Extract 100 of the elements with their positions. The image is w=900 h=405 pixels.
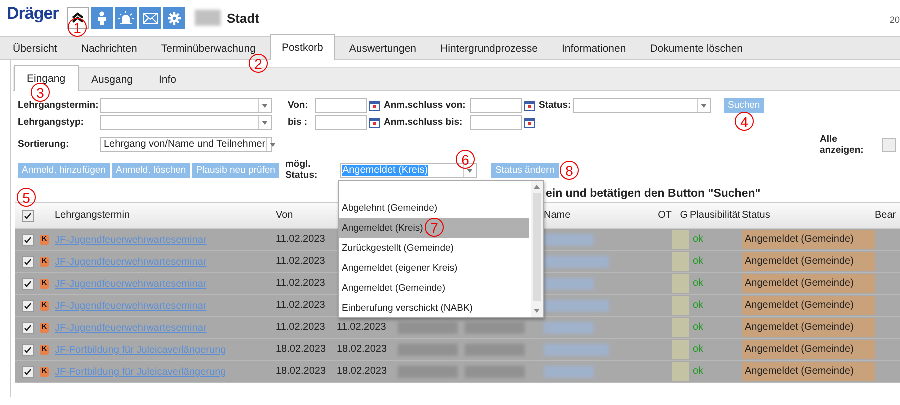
field-label: Alle anzeigen: (820, 134, 865, 156)
blurred-block (465, 366, 525, 378)
tab[interactable]: Ausgang (78, 68, 146, 90)
caret-icon[interactable] (266, 138, 279, 151)
callout-number: 5 (17, 188, 36, 207)
checkbox[interactable] (22, 210, 34, 222)
callout-number: 3 (31, 83, 50, 102)
blurred-block (398, 344, 458, 356)
checkbox[interactable] (22, 366, 34, 378)
field-label: Von: (288, 100, 310, 111)
table-cell (672, 362, 689, 381)
plausibility-text: ok (692, 366, 705, 377)
table-cell-text: 11.02.2023 (276, 300, 326, 311)
blurred-block (465, 322, 525, 334)
field-label: mögl. Status: (285, 159, 319, 181)
column-header: Status (742, 210, 770, 221)
tab[interactable]: Übersicht (3, 37, 68, 59)
plausibility-text: ok (692, 344, 705, 355)
instruction-text: ein und betätigen den Button "Suchen" (546, 188, 761, 200)
list-item[interactable]: Zurückgestellt (Gemeinde) (339, 238, 529, 258)
plausibility-text: ok (692, 234, 705, 245)
field-label: Sortierung: (18, 139, 70, 150)
field-label: Anm.schluss von: (384, 100, 467, 111)
table-cell-text: 11.02.2023 (337, 322, 388, 333)
blurred-block (398, 366, 458, 378)
checkbox[interactable] (22, 300, 34, 312)
plausibility-text: ok (692, 278, 705, 289)
calendar-icon[interactable] (524, 117, 535, 128)
column-header: Name (544, 210, 571, 221)
checkbox[interactable] (22, 234, 34, 246)
field-label: Status: (539, 100, 572, 111)
status-cell: Angemeldet (Gemeinde) (742, 230, 875, 249)
caret-icon[interactable] (258, 116, 271, 129)
column-header: Von (276, 210, 294, 221)
date-field[interactable] (470, 98, 522, 113)
blurred-block (544, 300, 609, 312)
list-item[interactable]: Abgelehnt (Gemeinde) (339, 198, 529, 218)
date-field[interactable] (315, 98, 367, 113)
blurred-block (544, 234, 594, 246)
status-cell: Angemeldet (Gemeinde) (742, 274, 875, 293)
person-icon (96, 11, 108, 25)
date-field[interactable] (315, 115, 367, 130)
table-cell-text: 11.02.2023 (276, 234, 326, 245)
dropdown-field[interactable] (100, 98, 272, 113)
tab[interactable]: Nachrichten (71, 37, 148, 59)
status-cell: Angemeldet (Gemeinde) (742, 296, 875, 315)
tab[interactable]: Auswertungen (339, 37, 427, 59)
table-cell (672, 318, 689, 337)
settings-icon (168, 12, 180, 24)
status-cell: Angemeldet (Gemeinde) (742, 252, 875, 271)
tab[interactable]: Info (146, 68, 190, 90)
checkbox[interactable] (882, 138, 896, 152)
table-cell (672, 296, 689, 315)
date-field[interactable] (470, 115, 522, 130)
list-item[interactable]: Einberufung verschickt (NABK) (339, 298, 529, 318)
table-cell-text: 18.02.2023 (276, 344, 328, 355)
plausibility-text: ok (692, 322, 705, 333)
table-cell (672, 340, 689, 359)
checkbox[interactable] (22, 322, 34, 334)
callout-number: 1 (68, 18, 87, 37)
checkbox[interactable] (22, 278, 34, 290)
table-cell-text: 18.02.2023 (276, 366, 328, 377)
table-cell (672, 230, 689, 249)
tab[interactable]: Postkorb (270, 34, 336, 60)
calendar-icon[interactable] (524, 100, 535, 111)
field-label: Lehrgangstermin: (18, 100, 100, 111)
scrollbar[interactable] (531, 181, 543, 317)
checkbox[interactable] (22, 344, 34, 356)
plausibility-text: ok (692, 300, 705, 311)
blurred-block (465, 344, 525, 356)
dropdown-field[interactable] (573, 98, 711, 113)
status-cell: Angemeldet (Gemeinde) (742, 340, 875, 359)
tab[interactable]: Dokumente löschen (640, 37, 754, 59)
dropdown-field[interactable] (100, 115, 272, 130)
calendar-icon[interactable] (369, 100, 380, 111)
table-cell-text: 11.02.2023 (276, 256, 326, 267)
blurred-block (544, 256, 609, 268)
blurred-block (195, 10, 221, 26)
column-header: Plausibilität (690, 210, 741, 221)
status-cell: Angemeldet (Gemeinde) (742, 318, 875, 337)
calendar-icon[interactable] (369, 117, 380, 128)
table-cell-text: 18.02.2023 (337, 366, 388, 377)
tab[interactable]: Hintergrundprozesse (430, 37, 548, 59)
status-cell: Angemeldet (Gemeinde) (742, 362, 875, 381)
table-cell-text: 11.02.2023 (276, 322, 326, 333)
blurred-block (544, 278, 594, 290)
list-item[interactable]: Angemeldet (Gemeinde) (339, 278, 529, 298)
field-label: Lehrgangstyp: (18, 117, 85, 128)
blurred-block (398, 322, 458, 334)
caret-icon[interactable] (697, 99, 710, 112)
list-item[interactable]: Angemeldet (eigener Kreis) (339, 258, 529, 278)
caret-icon[interactable] (258, 99, 271, 112)
tab[interactable]: Informationen (552, 37, 636, 59)
date-text: 20 (890, 15, 900, 25)
column-header: OT (658, 210, 672, 221)
callout-number: 8 (560, 161, 579, 180)
siren-icon (118, 11, 134, 25)
field-label: bis : (288, 117, 309, 128)
checkbox[interactable] (22, 256, 34, 268)
plausibility-text: ok (692, 256, 705, 267)
